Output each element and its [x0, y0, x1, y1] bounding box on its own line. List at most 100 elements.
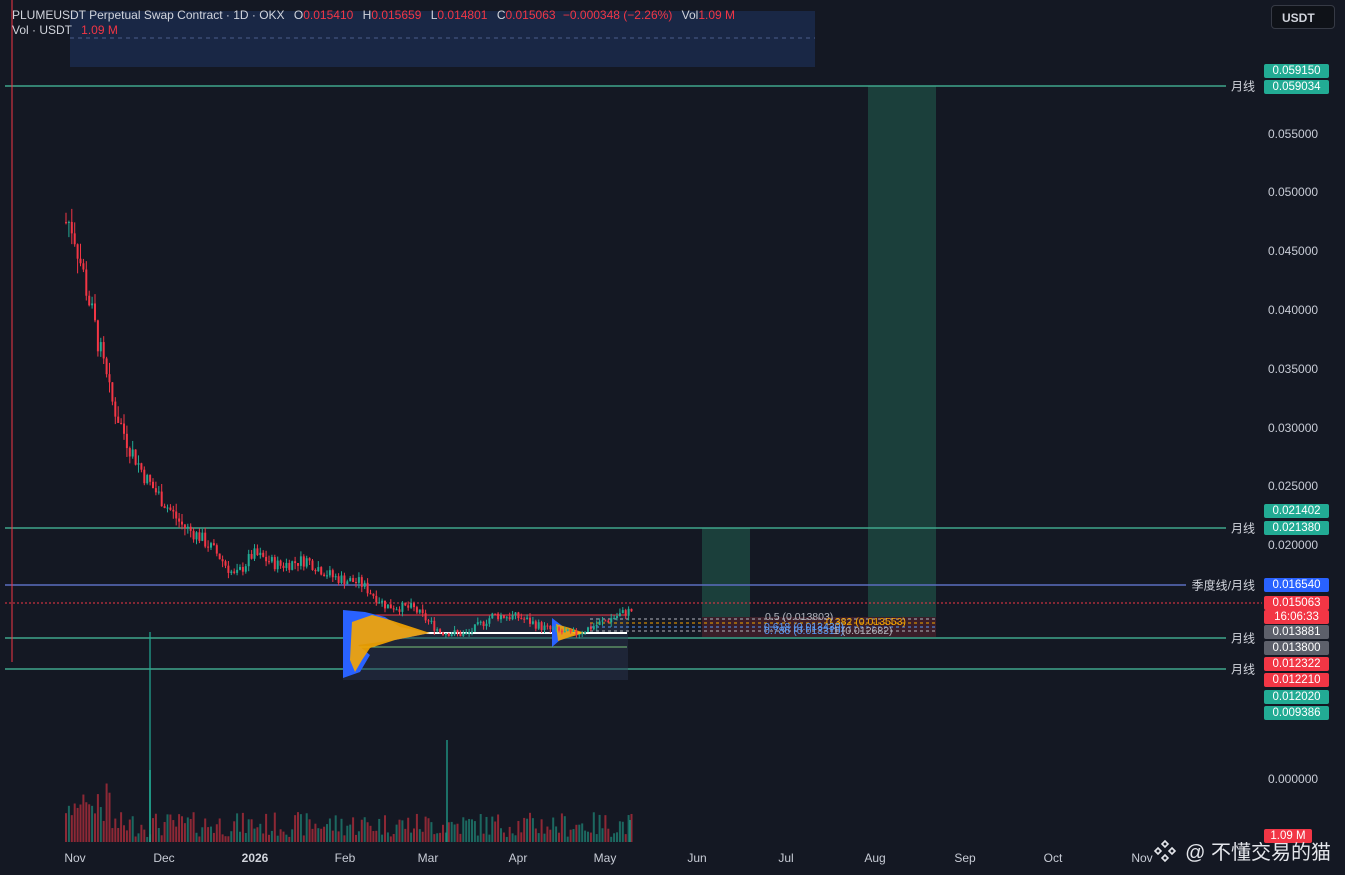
- volume-bar: [610, 836, 613, 842]
- price-badge: 0.012210: [1264, 673, 1329, 687]
- price-badge: 0.013800: [1264, 641, 1329, 655]
- level-label: 月线: [1230, 631, 1255, 646]
- volume-spike: [629, 820, 631, 842]
- volume-bar: [302, 835, 305, 842]
- candle-body: [366, 582, 369, 594]
- volume-bar: [560, 813, 563, 842]
- volume-bar: [99, 807, 102, 842]
- candle-body: [511, 615, 514, 620]
- volume-bar: [566, 836, 569, 842]
- volume-bar: [343, 835, 346, 842]
- candle-body: [146, 475, 149, 484]
- candle-body: [514, 612, 517, 616]
- price-axis-tick: 0.055000: [1268, 127, 1319, 141]
- volume-bar: [523, 817, 526, 842]
- candle-body: [262, 552, 265, 557]
- candle-body: [624, 610, 627, 616]
- candle-body: [137, 463, 140, 465]
- candle-body: [114, 401, 117, 417]
- candle-body: [134, 449, 137, 465]
- candle-body: [346, 581, 349, 585]
- candle-body: [349, 578, 352, 582]
- volume-bar: [311, 828, 314, 842]
- candle-body: [204, 532, 207, 547]
- volume-spike: [149, 770, 151, 842]
- volume-bar: [537, 833, 540, 842]
- volume-bar: [584, 830, 587, 842]
- volume-bar: [401, 820, 404, 842]
- level-label: 月线: [1230, 521, 1255, 536]
- vol-row-label[interactable]: Vol · USDT: [12, 23, 72, 37]
- volume-bar: [85, 802, 88, 842]
- time-axis-tick: Nov: [1131, 851, 1153, 865]
- candle-body: [363, 582, 366, 587]
- candle-body: [526, 617, 529, 620]
- candle-body: [215, 545, 218, 554]
- price-axis-tick: 0.045000: [1268, 244, 1319, 258]
- volume-bar: [282, 831, 285, 842]
- currency-button[interactable]: USDT: [1271, 5, 1335, 29]
- candle-body: [395, 609, 398, 611]
- candle-body: [415, 607, 418, 613]
- price-chart[interactable]: [0, 0, 1345, 875]
- candle-body: [279, 560, 282, 566]
- volume-bar: [543, 833, 546, 842]
- candle-body: [108, 374, 111, 383]
- candle-body: [616, 616, 618, 618]
- volume-bar: [123, 825, 125, 842]
- volume-bar: [125, 830, 128, 842]
- candle-body: [96, 320, 99, 352]
- candle-body: [128, 448, 131, 457]
- candle-body: [520, 618, 523, 620]
- fib-label: 0.786 (0.013310): [764, 625, 844, 637]
- volume-bar: [114, 818, 117, 842]
- candle-body: [604, 620, 607, 622]
- chart-root[interactable]: PLUMEUSDT Perpetual Swap Contract · 1D ·…: [0, 0, 1345, 875]
- volume-bar: [514, 835, 517, 842]
- volume-bar: [239, 831, 241, 842]
- volume-bar: [212, 832, 215, 842]
- volume-bar: [152, 818, 154, 842]
- candle-body: [273, 557, 276, 570]
- volume-bar: [186, 817, 189, 842]
- candle-body: [149, 475, 152, 482]
- candle-body: [566, 629, 569, 631]
- volume-bar: [502, 832, 505, 842]
- candle-body: [99, 342, 102, 352]
- volume-bar: [204, 818, 207, 842]
- volume-bar: [589, 832, 592, 842]
- candle-body: [601, 620, 604, 622]
- candle-body: [410, 603, 413, 608]
- candle-body: [314, 569, 317, 572]
- volume-bar: [320, 828, 323, 842]
- candle-body: [154, 488, 157, 493]
- vol-label: Vol: [681, 8, 699, 22]
- candle-body: [192, 530, 195, 540]
- candle-body: [494, 613, 497, 615]
- volume-bar: [201, 827, 204, 842]
- volume-bar: [607, 828, 610, 842]
- candle-body: [578, 634, 581, 636]
- candle-body: [500, 615, 502, 620]
- price-badge: 16:06:33: [1264, 610, 1329, 624]
- price-axis-tick: 0.050000: [1268, 185, 1319, 199]
- low-value: 0.014801: [437, 8, 488, 22]
- candle-body: [256, 548, 259, 556]
- volume-bar: [131, 816, 134, 842]
- candle-body: [288, 562, 291, 570]
- candle-body: [401, 602, 404, 612]
- candle-body: [378, 602, 381, 604]
- candle-body: [227, 565, 230, 573]
- candle-body: [618, 613, 621, 617]
- level-label: 季度线/月线: [1191, 578, 1255, 593]
- volume-bar: [616, 832, 618, 842]
- candle-body: [76, 244, 79, 259]
- candle-body: [552, 628, 555, 630]
- candle-body: [91, 303, 94, 306]
- volume-bar: [154, 813, 157, 842]
- symbol-title[interactable]: PLUMEUSDT Perpetual Swap Contract · 1D ·…: [12, 8, 285, 22]
- volume-bar: [569, 829, 572, 842]
- volume-bar: [299, 814, 302, 842]
- candle-body: [157, 491, 160, 493]
- candle-body: [175, 511, 178, 519]
